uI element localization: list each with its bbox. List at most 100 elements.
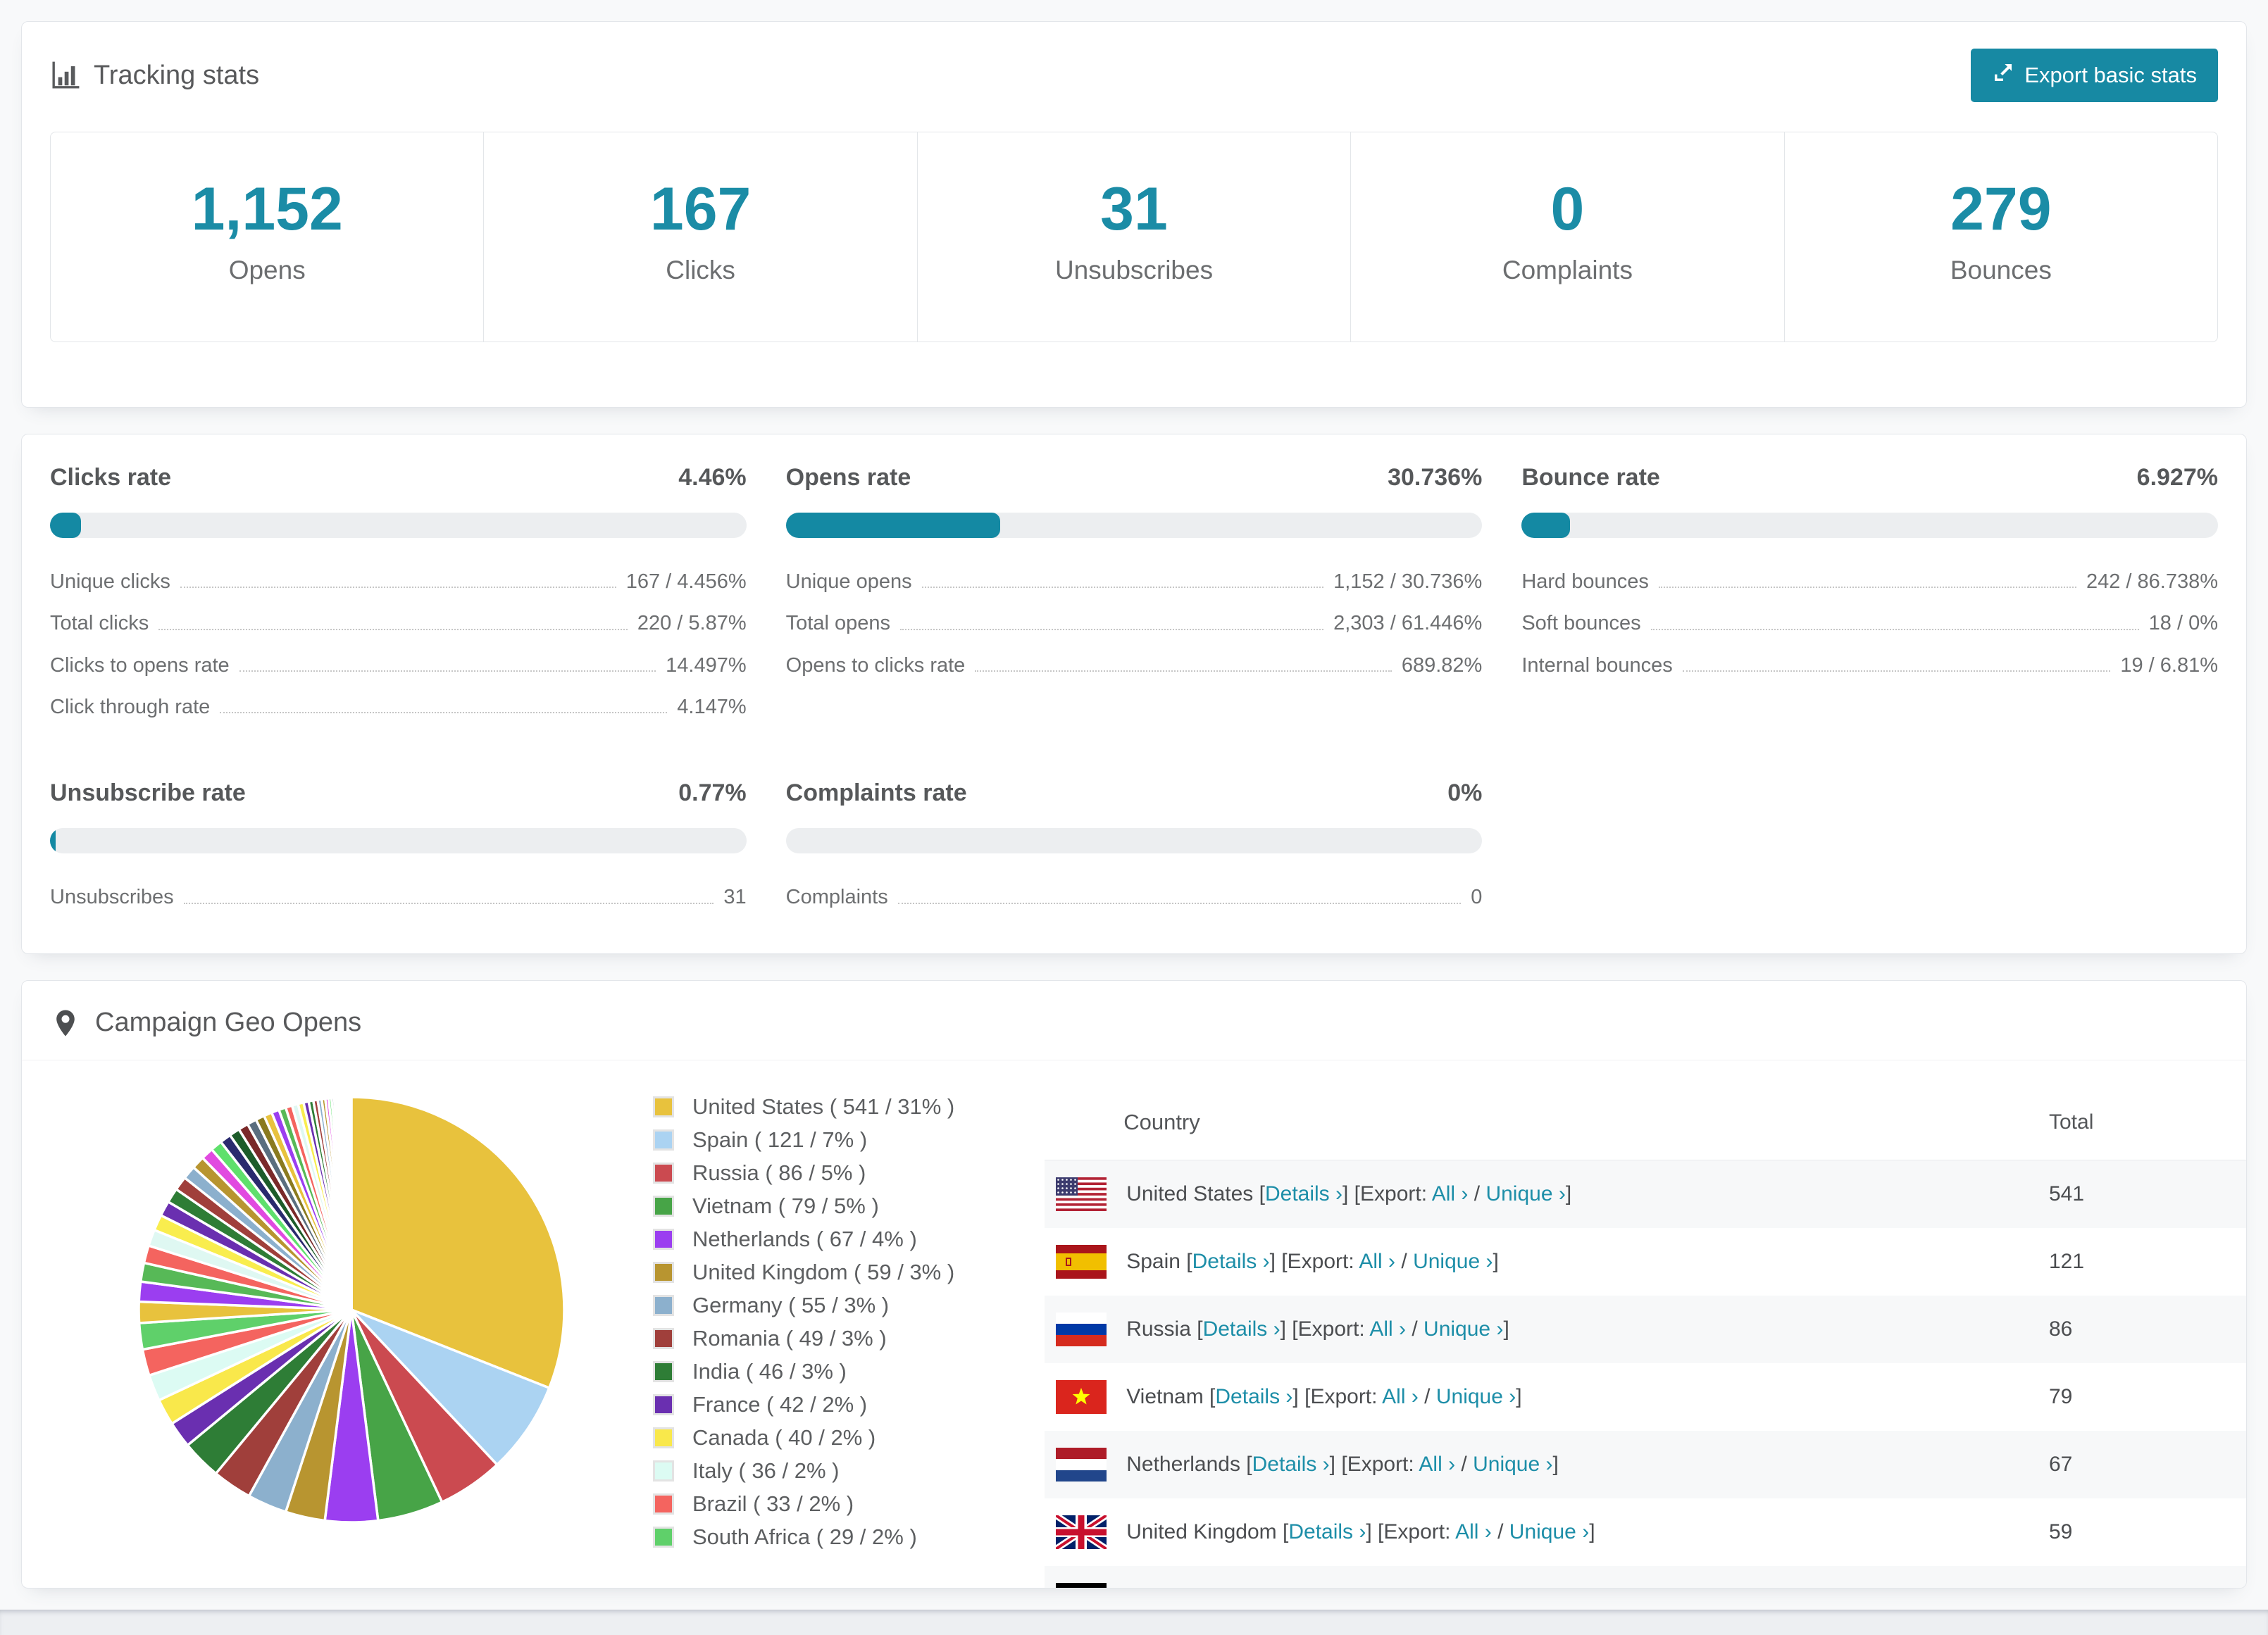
rate-detail-row: Unsubscribes31 [50, 886, 747, 909]
export-all-link[interactable]: All › [1455, 1520, 1492, 1543]
rates-grid: Clicks rate4.46% Unique clicks 167 / 4.456… [50, 464, 2218, 910]
details-link[interactable]: Details › [1192, 1250, 1270, 1273]
export-icon [1992, 61, 2014, 89]
legend-item-romania: Romania ( 49 / 3% ) [653, 1326, 954, 1351]
export-all-link[interactable]: All › [1419, 1453, 1455, 1476]
rate-detail-rows: Complaints0 [786, 886, 1483, 909]
dotted-leader [1651, 629, 2139, 630]
bracket: ] [1516, 1385, 1521, 1408]
dotted-leader [1659, 587, 2076, 588]
export-label: Export: [1347, 1453, 1419, 1476]
export-unique-link[interactable]: Unique › [1473, 1453, 1552, 1476]
bracket: / [1492, 1520, 1509, 1543]
details-link[interactable]: Details › [1265, 1182, 1342, 1205]
bracket: / [1455, 1453, 1473, 1476]
legend-label: Russia ( 86 / 5% ) [692, 1160, 866, 1186]
dotted-leader [898, 903, 1461, 904]
country-cell: Russia [Details ›] [Export: All › / Uniq… [1045, 1313, 2049, 1346]
detail-label: Click through rate [50, 696, 210, 719]
summary-stat-complaints: 0Complaints [1350, 132, 1783, 342]
export-all-link[interactable]: All › [1369, 1317, 1406, 1341]
tracking-stats-card: Tracking stats Export basic stats 1,152O… [21, 21, 2247, 408]
country-column-header: Country [1045, 1110, 2049, 1135]
legend-label: Germany ( 55 / 3% ) [692, 1293, 889, 1318]
country-name: Vietnam [1126, 1385, 1204, 1408]
rate-detail-row: Complaints0 [786, 886, 1483, 909]
dotted-leader [922, 587, 1323, 588]
table-row: Vietnam [Details ›] [Export: All › / Uni… [1045, 1363, 2246, 1431]
legend-swatch [653, 1427, 674, 1448]
detail-value: 242 / 86.738% [2086, 570, 2218, 594]
progress-fill [50, 828, 56, 853]
summary-stat-unsubscribes: 31Unsubscribes [917, 132, 1350, 342]
rate-title: Opens rate [786, 464, 911, 491]
details-link[interactable]: Details › [1252, 1453, 1330, 1476]
legend-item-south-africa: South Africa ( 29 / 2% ) [653, 1524, 954, 1550]
rate-block-clicks-rate: Clicks rate4.46% Unique clicks 167 / 4.456… [50, 464, 747, 719]
legend-swatch [653, 1361, 674, 1382]
legend-item-india: India ( 46 / 3% ) [653, 1359, 954, 1384]
legend-item-vietnam: Vietnam ( 79 / 5% ) [653, 1194, 954, 1219]
detail-label: Unique clicks [50, 570, 170, 594]
rate-detail-row: Clicks to opens rate14.497% [50, 654, 747, 677]
stat-value: 31 [918, 175, 1350, 244]
total-cell: 121 [2049, 1250, 2246, 1274]
total-cell: 86 [2049, 1317, 2246, 1341]
progress-fill [786, 513, 1000, 538]
export-basic-stats-button[interactable]: Export basic stats [1971, 49, 2218, 102]
bracket: ] [1589, 1520, 1595, 1543]
legend-swatch [653, 1527, 674, 1548]
legend-label: South Africa ( 29 / 2% ) [692, 1524, 917, 1550]
export-unique-link[interactable]: Unique › [1436, 1385, 1516, 1408]
legend-label: Spain ( 121 / 7% ) [692, 1127, 867, 1153]
country-name-and-links: Russia [Details ›] [Export: All › / Uniq… [1126, 1317, 1509, 1341]
export-all-link[interactable]: All › [1432, 1182, 1469, 1205]
legend-item-united-kingdom: United Kingdom ( 59 / 3% ) [653, 1260, 954, 1285]
rate-detail-row: Unique clicks 167 / 4.456% [50, 570, 747, 594]
legend-item-russia: Russia ( 86 / 5% ) [653, 1160, 954, 1186]
details-link[interactable]: Details › [1215, 1385, 1292, 1408]
export-all-link[interactable]: All › [1359, 1250, 1395, 1273]
rate-title: Unsubscribe rate [50, 779, 246, 807]
export-all-link[interactable]: All › [1382, 1385, 1419, 1408]
bracket: ] [ [1330, 1453, 1347, 1476]
legend-swatch [653, 1096, 674, 1117]
legend-label: India ( 46 / 3% ) [692, 1359, 847, 1384]
spain-flag-icon [1056, 1245, 1107, 1279]
rate-detail-row: Hard bounces242 / 86.738% [1521, 570, 2218, 594]
legend-label: Canada ( 40 / 2% ) [692, 1425, 876, 1451]
legend-item-canada: Canada ( 40 / 2% ) [653, 1425, 954, 1451]
total-column-header: Total [2049, 1110, 2246, 1134]
dotted-leader [239, 670, 656, 672]
rate-title: Clicks rate [50, 464, 171, 491]
export-unique-link[interactable]: Unique › [1509, 1520, 1589, 1543]
stat-label: Clicks [484, 256, 916, 285]
russia-flag-icon [1056, 1313, 1107, 1346]
export-unique-link[interactable]: Unique › [1485, 1182, 1565, 1205]
detail-label: Soft bounces [1521, 612, 1640, 635]
country-name-and-links: Netherlands [Details ›] [Export: All › /… [1126, 1453, 1559, 1477]
legend-item-spain: Spain ( 121 / 7% ) [653, 1127, 954, 1153]
bracket: ] [1566, 1182, 1571, 1205]
country-cell: United Kingdom [Details ›] [Export: All … [1045, 1515, 2049, 1549]
stat-label: Bounces [1785, 256, 2217, 285]
detail-label: Internal bounces [1521, 654, 1672, 677]
table-row: United Kingdom [Details ›] [Export: All … [1045, 1498, 2246, 1566]
export-label: Export: [1360, 1182, 1432, 1205]
legend-label: United States ( 541 / 31% ) [692, 1094, 954, 1120]
detail-value: 167 / 4.456% [626, 570, 747, 594]
export-unique-link[interactable]: Unique › [1423, 1317, 1503, 1341]
rate-detail-rows: Unique clicks167 / 4.456%Total clicks220… [50, 570, 747, 719]
legend-item-germany: Germany ( 55 / 3% ) [653, 1293, 954, 1318]
details-link[interactable]: Details › [1203, 1317, 1281, 1341]
legend-label: Brazil ( 33 / 2% ) [692, 1491, 854, 1517]
rate-detail-rows: Unsubscribes31 [50, 886, 747, 909]
stat-label: Complaints [1351, 256, 1783, 285]
legend-label: United Kingdom ( 59 / 3% ) [692, 1260, 954, 1285]
details-link[interactable]: Details › [1288, 1520, 1366, 1543]
country-cell [1045, 1583, 2049, 1589]
export-unique-link[interactable]: Unique › [1413, 1250, 1493, 1273]
progress-track-complaints-rate [786, 828, 1483, 853]
legend-swatch [653, 1229, 674, 1250]
rate-head: Clicks rate4.46% [50, 464, 747, 491]
